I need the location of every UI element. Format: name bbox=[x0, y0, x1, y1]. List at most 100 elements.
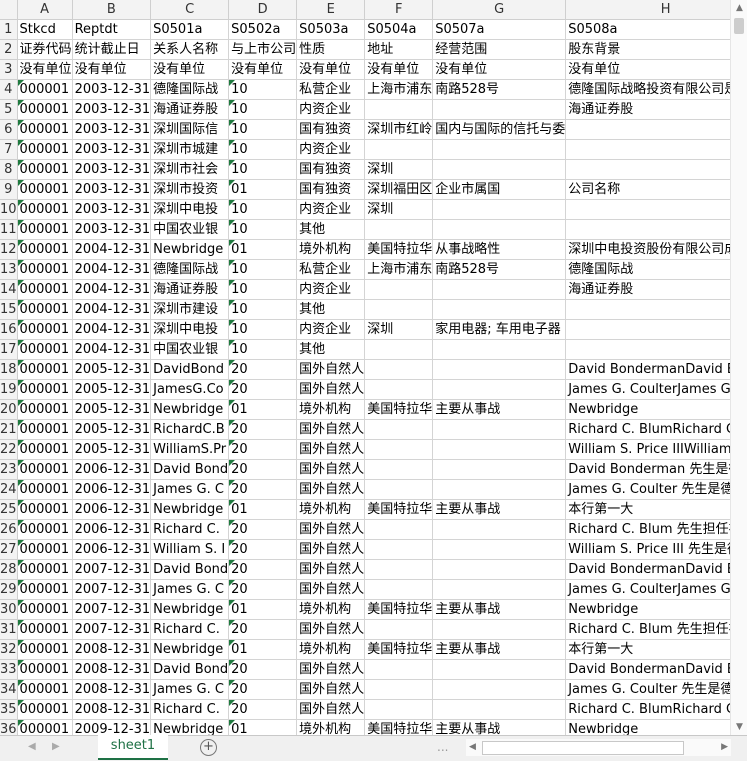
cell-c32[interactable]: Newbridge bbox=[150, 639, 230, 660]
cell-c19[interactable]: JamesG.Co bbox=[150, 379, 230, 400]
cell-e14[interactable]: 内资企业 bbox=[296, 279, 366, 300]
cell-a34[interactable]: 000001 bbox=[17, 679, 73, 700]
scroll-down-arrow-icon[interactable]: ▼ bbox=[731, 719, 747, 735]
cell-d30[interactable]: 01 bbox=[228, 599, 298, 620]
row-header[interactable]: 19 bbox=[0, 379, 18, 400]
cell-d16[interactable]: 10 bbox=[228, 319, 298, 340]
cell-g5[interactable] bbox=[432, 99, 567, 120]
row-header[interactable]: 36 bbox=[0, 719, 18, 735]
scroll-up-arrow-icon[interactable]: ▲ bbox=[731, 0, 747, 16]
cell-g27[interactable] bbox=[432, 539, 567, 560]
cell-h1[interactable]: S0508a bbox=[565, 19, 730, 40]
column-header-e[interactable]: E bbox=[296, 0, 366, 20]
column-header-h[interactable]: H bbox=[565, 0, 730, 20]
cell-h26[interactable]: Richard C. Blum 先生担任布蓝 bbox=[565, 519, 730, 540]
cell-h12[interactable]: 深圳中电投资股份有限公司成 bbox=[565, 239, 730, 260]
cell-e34[interactable]: 国外自然人 bbox=[296, 679, 366, 700]
cell-f24[interactable] bbox=[364, 479, 434, 500]
cell-a35[interactable]: 000001 bbox=[17, 699, 73, 720]
cell-f25[interactable]: 美国特拉华 bbox=[364, 499, 434, 520]
cell-g17[interactable] bbox=[432, 339, 567, 360]
cell-d1[interactable]: S0502a bbox=[228, 19, 298, 40]
cell-g26[interactable] bbox=[432, 519, 567, 540]
cell-e12[interactable]: 境外机构 bbox=[296, 239, 366, 260]
cell-g22[interactable] bbox=[432, 439, 567, 460]
cell-d5[interactable]: 10 bbox=[228, 99, 298, 120]
cell-c3[interactable]: 没有单位 bbox=[150, 59, 230, 80]
cell-h36[interactable]: Newbridge bbox=[565, 719, 730, 735]
cell-f35[interactable] bbox=[364, 699, 434, 720]
cell-h13[interactable]: 德隆国际战 bbox=[565, 259, 730, 280]
cell-d22[interactable]: 20 bbox=[228, 439, 298, 460]
cell-g35[interactable] bbox=[432, 699, 567, 720]
cell-c36[interactable]: Newbridge bbox=[150, 719, 230, 735]
row-header[interactable]: 23 bbox=[0, 459, 18, 480]
cell-c9[interactable]: 深圳市投资 bbox=[150, 179, 230, 200]
row-header[interactable]: 16 bbox=[0, 319, 18, 340]
cell-a6[interactable]: 000001 bbox=[17, 119, 73, 140]
cell-c12[interactable]: Newbridge bbox=[150, 239, 230, 260]
cell-g29[interactable] bbox=[432, 579, 567, 600]
cell-g20[interactable]: 主要从事战 bbox=[432, 399, 567, 420]
cell-c31[interactable]: Richard C. bbox=[150, 619, 230, 640]
row-header[interactable]: 18 bbox=[0, 359, 18, 380]
cell-e21[interactable]: 国外自然人 bbox=[296, 419, 366, 440]
cell-h22[interactable]: William S. Price IIIWilliam S. Pr bbox=[565, 439, 730, 460]
cell-b31[interactable]: 2007-12-31 bbox=[72, 619, 152, 640]
cell-f1[interactable]: S0504a bbox=[364, 19, 434, 40]
cell-a10[interactable]: 000001 bbox=[17, 199, 73, 220]
cell-b16[interactable]: 2004-12-31 bbox=[72, 319, 152, 340]
cell-h5[interactable]: 海通证券股 bbox=[565, 99, 730, 120]
row-header[interactable]: 1 bbox=[0, 19, 18, 40]
cell-e8[interactable]: 国有独资 bbox=[296, 159, 366, 180]
cell-g18[interactable] bbox=[432, 359, 567, 380]
cell-a20[interactable]: 000001 bbox=[17, 399, 73, 420]
cell-a29[interactable]: 000001 bbox=[17, 579, 73, 600]
cell-g1[interactable]: S0507a bbox=[432, 19, 567, 40]
cell-h14[interactable]: 海通证券股 bbox=[565, 279, 730, 300]
cell-g11[interactable] bbox=[432, 219, 567, 240]
cell-a33[interactable]: 000001 bbox=[17, 659, 73, 680]
cell-f22[interactable] bbox=[364, 439, 434, 460]
cell-a3[interactable]: 没有单位 bbox=[17, 59, 73, 80]
cell-d4[interactable]: 10 bbox=[228, 79, 298, 100]
cell-b10[interactable]: 2003-12-31 bbox=[72, 199, 152, 220]
cell-e22[interactable]: 国外自然人 bbox=[296, 439, 366, 460]
cell-d20[interactable]: 01 bbox=[228, 399, 298, 420]
cell-f31[interactable] bbox=[364, 619, 434, 640]
cell-c25[interactable]: Newbridge bbox=[150, 499, 230, 520]
cell-b5[interactable]: 2003-12-31 bbox=[72, 99, 152, 120]
cell-c33[interactable]: David Bond bbox=[150, 659, 230, 680]
cell-f34[interactable] bbox=[364, 679, 434, 700]
cell-e2[interactable]: 性质 bbox=[296, 39, 366, 60]
cell-c7[interactable]: 深圳市城建 bbox=[150, 139, 230, 160]
cell-f26[interactable] bbox=[364, 519, 434, 540]
cell-g6[interactable]: 国内与国际的信托与委 bbox=[432, 119, 567, 140]
sheet-table[interactable]: ABCDEFGHIJ 1StkcdReptdtS0501aS0502aS0503… bbox=[0, 0, 730, 735]
cell-h31[interactable]: Richard C. Blum 先生担任布蓝 bbox=[565, 619, 730, 640]
cell-e9[interactable]: 国有独资 bbox=[296, 179, 366, 200]
cell-d15[interactable]: 10 bbox=[228, 299, 298, 320]
cell-d19[interactable]: 20 bbox=[228, 379, 298, 400]
cell-c10[interactable]: 深圳中电投 bbox=[150, 199, 230, 220]
row-header[interactable]: 2 bbox=[0, 39, 18, 60]
cell-e17[interactable]: 其他 bbox=[296, 339, 366, 360]
cell-h17[interactable] bbox=[565, 339, 730, 360]
cell-e32[interactable]: 境外机构 bbox=[296, 639, 366, 660]
cell-a19[interactable]: 000001 bbox=[17, 379, 73, 400]
cell-g31[interactable] bbox=[432, 619, 567, 640]
cell-f2[interactable]: 地址 bbox=[364, 39, 434, 60]
cell-b6[interactable]: 2003-12-31 bbox=[72, 119, 152, 140]
cell-d31[interactable]: 20 bbox=[228, 619, 298, 640]
cell-b23[interactable]: 2006-12-31 bbox=[72, 459, 152, 480]
cell-b24[interactable]: 2006-12-31 bbox=[72, 479, 152, 500]
cell-e19[interactable]: 国外自然人 bbox=[296, 379, 366, 400]
cell-g2[interactable]: 经营范围 bbox=[432, 39, 567, 60]
cell-f18[interactable] bbox=[364, 359, 434, 380]
row-header[interactable]: 21 bbox=[0, 419, 18, 440]
cell-g8[interactable] bbox=[432, 159, 567, 180]
cell-f19[interactable] bbox=[364, 379, 434, 400]
vertical-scroll-thumb[interactable] bbox=[734, 18, 744, 34]
sheet-tab-sheet1[interactable]: sheet1 bbox=[98, 735, 168, 760]
cell-b26[interactable]: 2006-12-31 bbox=[72, 519, 152, 540]
